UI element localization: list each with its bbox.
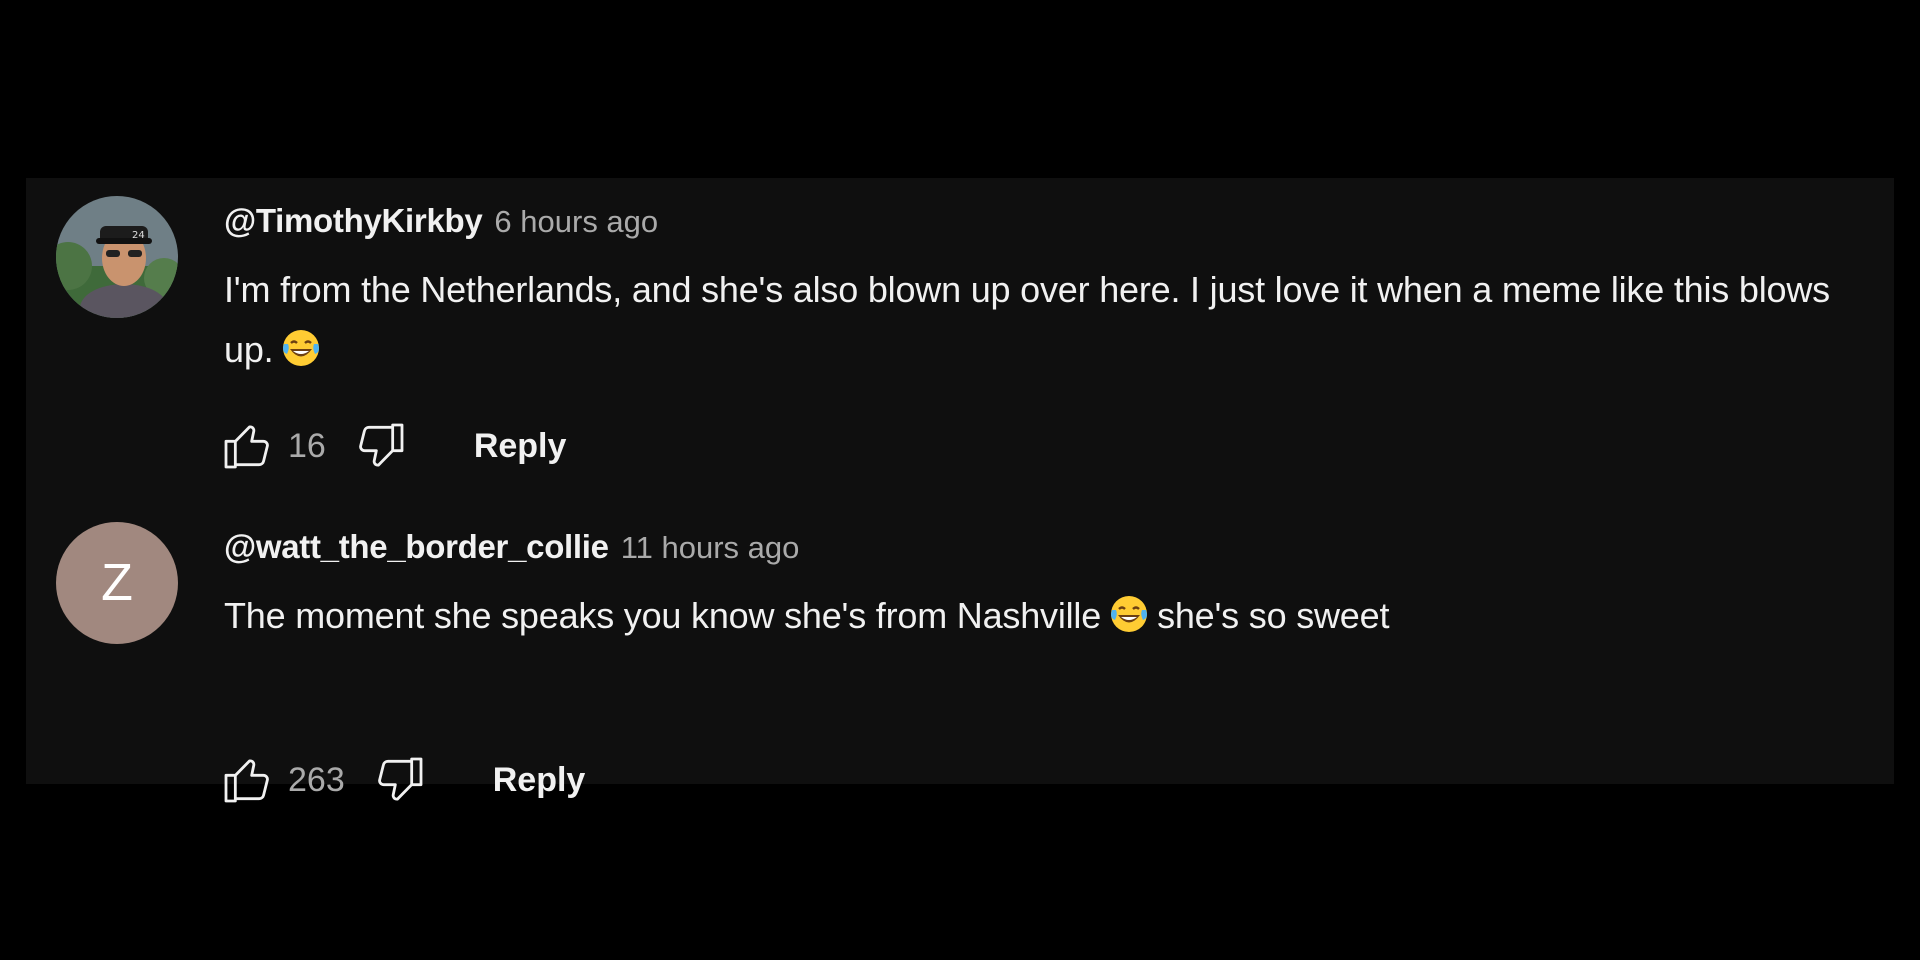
comment-time[interactable]: 6 hours ago — [494, 204, 658, 240]
reply-button[interactable]: Reply — [493, 761, 586, 800]
comment-text: I'm from the Netherlands, and she's also… — [224, 260, 1864, 380]
avatar-photo-icon: 24 — [56, 196, 178, 318]
svg-text:24: 24 — [132, 230, 145, 241]
thumbs-down-icon — [359, 423, 404, 467]
comment-time[interactable]: 11 hours ago — [621, 530, 800, 566]
comment-text-part: The moment she speaks you know she's fro… — [224, 595, 1102, 636]
like-button[interactable] — [218, 751, 276, 809]
laughing-crying-emoji-icon — [1111, 596, 1148, 632]
laughing-crying-emoji-icon — [283, 330, 320, 366]
comment-text-part: she's so sweet — [1157, 595, 1390, 636]
dislike-button[interactable] — [371, 751, 429, 809]
comment-actions: 263 Reply — [218, 750, 585, 810]
reply-button[interactable]: Reply — [474, 427, 567, 466]
comment-header: @watt_the_border_collie 11 hours ago — [224, 528, 1864, 570]
avatar[interactable]: Z — [56, 522, 178, 644]
like-button[interactable] — [218, 417, 276, 475]
comment-author[interactable]: @watt_the_border_collie — [224, 528, 609, 566]
comment-actions: 16 Reply — [218, 416, 566, 476]
thumbs-up-icon — [224, 759, 269, 803]
avatar[interactable]: 24 — [56, 196, 178, 318]
comment-header: @TimothyKirkby 6 hours ago — [224, 202, 1864, 244]
thumbs-up-icon — [224, 425, 269, 469]
comment-author[interactable]: @TimothyKirkby — [224, 202, 483, 240]
comment-body: @watt_the_border_collie 11 hours ago The… — [224, 528, 1864, 646]
thumbs-down-icon — [377, 757, 423, 801]
comments-panel: 24 @TimothyKirkby 6 hours ago I'm from t… — [26, 178, 1894, 803]
avatar-letter: Z — [101, 554, 133, 612]
comment-body: @TimothyKirkby 6 hours ago I'm from the … — [224, 202, 1864, 380]
comment-text-part: I'm from the Netherlands, and she's also… — [224, 269, 1830, 370]
comment-text: The moment she speaks you know she's fro… — [224, 586, 1864, 646]
dislike-button[interactable] — [352, 417, 410, 475]
like-count: 16 — [288, 426, 326, 465]
like-count: 263 — [288, 760, 345, 799]
